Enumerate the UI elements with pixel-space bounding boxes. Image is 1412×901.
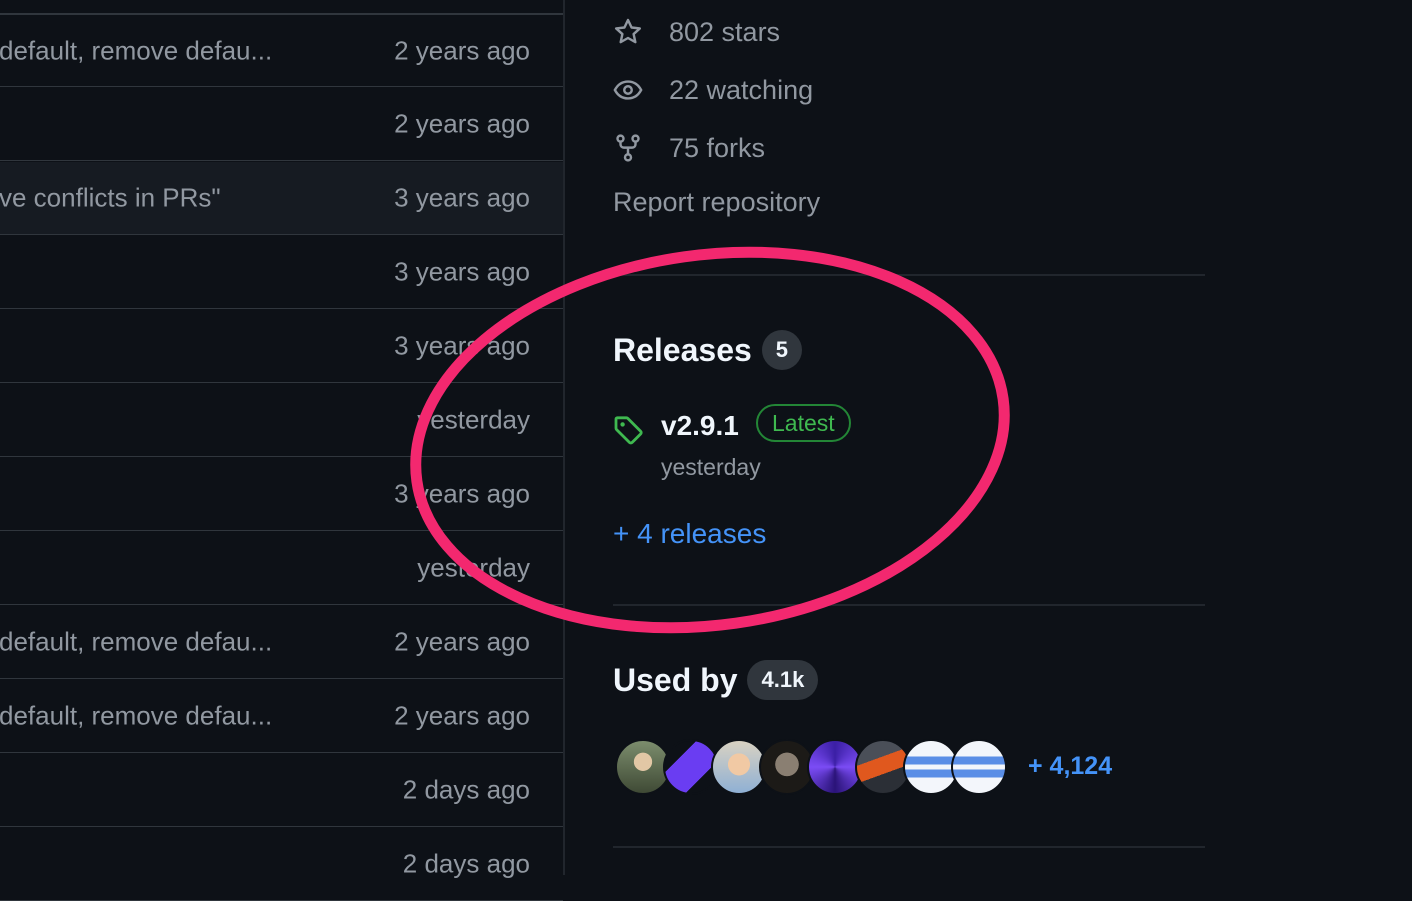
latest-badge: Latest <box>756 404 851 442</box>
file-list: default, remove defau... 2 years ago 2 yea… <box>0 0 563 901</box>
commit-age: 2 days ago <box>402 774 530 805</box>
file-row[interactable]: yesterday <box>0 532 563 605</box>
forks-count: 75 forks <box>669 132 766 163</box>
releases-title: Releases <box>613 331 752 368</box>
release-date: yesterday <box>661 454 761 480</box>
commit-message[interactable]: ve conflicts in PRs" <box>0 183 221 214</box>
file-row[interactable]: 2 days ago <box>0 828 563 901</box>
more-dependents-link[interactable]: + 4,124 <box>1028 752 1112 781</box>
repo-sidebar: 802 stars 22 watching 75 forks Report re… <box>565 0 1412 875</box>
commit-age: 3 years ago <box>394 330 530 361</box>
file-row[interactable]: default, remove defau... 2 years ago <box>0 680 563 753</box>
commit-age: yesterday <box>417 404 530 435</box>
section-divider <box>613 604 1205 606</box>
report-repository-link[interactable]: Report repository <box>613 187 820 218</box>
section-divider <box>613 846 1205 848</box>
stars-count: 802 stars <box>669 16 781 47</box>
avatar-identicon-blue[interactable] <box>951 739 1007 795</box>
commit-message[interactable]: default, remove defau... <box>0 627 272 658</box>
commit-age: 2 years ago <box>394 700 530 731</box>
file-row[interactable]: ve conflicts in PRs" 3 years ago <box>0 162 563 235</box>
file-row[interactable]: yesterday <box>0 384 563 457</box>
file-row[interactable]: default, remove defau... 2 years ago <box>0 14 563 87</box>
commit-message[interactable]: default, remove defau... <box>0 701 272 732</box>
commit-age: 3 years ago <box>394 478 530 509</box>
used-by-counter: 4.1k <box>747 660 819 700</box>
commit-age: 2 years ago <box>394 626 530 657</box>
fork-icon <box>616 134 640 162</box>
forks-link[interactable]: 75 forks <box>613 128 765 168</box>
commit-age: 3 years ago <box>394 182 530 213</box>
file-row[interactable]: 3 years ago <box>0 310 563 383</box>
used-by-heading[interactable]: Used by 4.1k <box>613 660 819 700</box>
stars-link[interactable]: 802 stars <box>613 12 780 52</box>
releases-heading[interactable]: Releases 5 <box>613 330 803 370</box>
releases-counter: 5 <box>761 330 803 370</box>
star-icon <box>614 18 642 44</box>
release-version[interactable]: v2.9.1 <box>661 410 739 442</box>
used-by-title: Used by <box>613 661 738 698</box>
commit-age: 2 years ago <box>394 35 530 65</box>
file-row[interactable]: 3 years ago <box>0 236 563 309</box>
more-releases-link[interactable]: + 4 releases <box>613 518 766 550</box>
row-divider <box>0 13 563 14</box>
file-row[interactable]: 2 years ago <box>0 88 563 161</box>
commit-age: 2 years ago <box>394 108 530 139</box>
commit-age: 3 years ago <box>394 256 530 287</box>
file-row[interactable]: 2 days ago <box>0 754 563 827</box>
tag-icon <box>614 416 643 445</box>
file-row[interactable]: default, remove defau... 2 years ago <box>0 606 563 679</box>
watching-link[interactable]: 22 watching <box>613 70 813 110</box>
eye-icon <box>613 80 643 100</box>
commit-message[interactable]: default, remove defau... <box>0 35 272 66</box>
file-row[interactable]: 3 years ago <box>0 458 563 531</box>
section-divider <box>613 274 1205 276</box>
watching-count: 22 watching <box>669 74 814 105</box>
commit-age: yesterday <box>417 552 530 583</box>
